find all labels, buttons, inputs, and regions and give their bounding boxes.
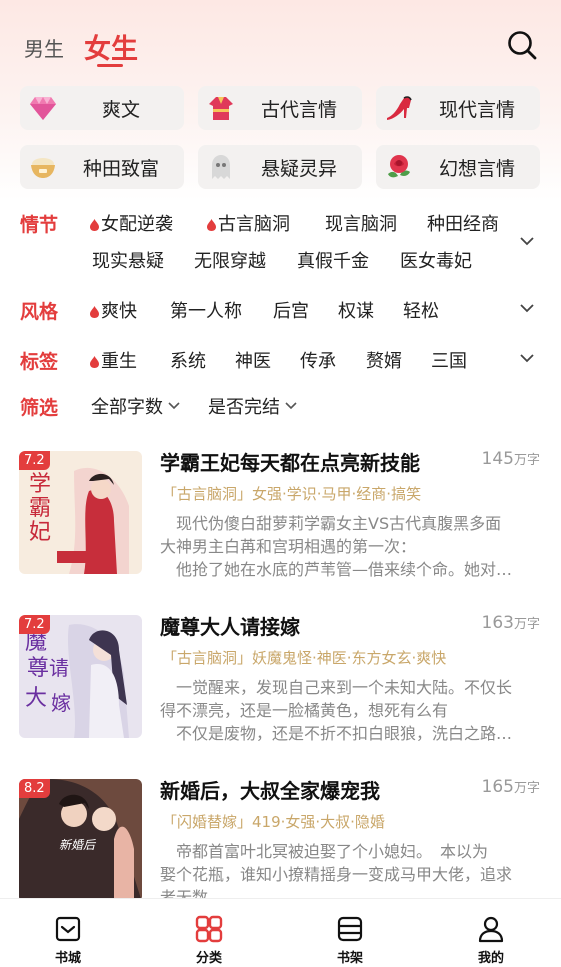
chevron-down-icon[interactable] <box>518 299 536 317</box>
book-cover: 魔 尊 请 大 嫁 7.2 <box>19 615 142 738</box>
chevron-down-icon[interactable] <box>518 232 536 250</box>
nav-category[interactable]: 分类 <box>169 899 249 967</box>
category-label: 古代言情 <box>260 98 337 121</box>
hot-drop-icon <box>90 356 99 368</box>
category-card-xuanyilingyi[interactable]: 悬疑灵异 <box>198 145 362 189</box>
filter-key-style: 风格 <box>20 301 59 323</box>
book-description: 帝都首富叶北冥被迫娶了个小媳妇。 本以为 娶个花瓶，谁知小撩精摇身一变成马甲大佬… <box>160 842 513 898</box>
book-item[interactable]: 新婚后 8.2 新婚后，大叔全家爆宠我 165万字 「闪婚替嫁」419·女强·大… <box>0 779 561 898</box>
book-description: 现代伪傻白甜萝莉学霸女主VS古代真腹黑多面 大神男主白苒和宫玥相遇的第一次： 他… <box>160 514 513 579</box>
svg-text:学: 学 <box>29 472 51 497</box>
book-tags: 「闪婚替嫁」419·女强·大叔·隐婚 <box>162 813 385 831</box>
chip-plot[interactable]: 现实悬疑 <box>92 247 164 273</box>
hot-drop-icon <box>90 219 99 231</box>
chevron-down-icon <box>168 402 180 410</box>
hot-drop-icon <box>90 306 99 318</box>
book-tags: 「古言脑洞」女强·学识·马甲·经商·搞笑 <box>162 485 422 503</box>
score-badge: 7.2 <box>19 451 50 470</box>
category-card-gudaiyanqing[interactable]: 古代言情 <box>198 86 362 130</box>
category-card-zhongtianzhifu[interactable]: 种田致富 <box>20 145 184 189</box>
nav-label: 分类 <box>195 951 222 966</box>
chip-style[interactable]: 爽快 <box>90 297 137 323</box>
nav-bookshelf[interactable]: 书架 <box>310 899 390 967</box>
chip-tag[interactable]: 三国 <box>431 347 467 373</box>
category-card-xiandaiyanqing[interactable]: 现代言情 <box>376 86 540 130</box>
svg-text:霸: 霸 <box>29 496 51 521</box>
category-label: 现代言情 <box>438 98 515 121</box>
word-count: 165万字 <box>481 779 540 797</box>
bookshelf-icon <box>337 916 363 942</box>
category-card-shuangwen[interactable]: 爽文 <box>20 86 184 130</box>
tab-female[interactable]: 女生 <box>84 27 138 66</box>
book-title: 魔尊大人请接嫁 <box>160 615 300 639</box>
chevron-down-icon[interactable] <box>518 349 536 367</box>
category-label: 种田致富 <box>82 157 159 180</box>
chip-plot[interactable]: 女配逆袭 <box>90 210 173 236</box>
category-label: 悬疑灵异 <box>260 157 337 180</box>
hot-drop-icon <box>207 219 216 231</box>
filter-key-plot: 情节 <box>20 214 59 236</box>
category-label: 幻想言情 <box>438 157 515 180</box>
nav-profile[interactable]: 我的 <box>451 899 531 967</box>
svg-text:请: 请 <box>49 656 69 680</box>
book-description: 一觉醒来，发现自己来到一个未知大陆。不仅长 得不漂亮，还是一脸橘黄色，想死有么有… <box>160 678 513 743</box>
book-title: 新婚后，大叔全家爆宠我 <box>160 779 380 803</box>
book-tags: 「古言脑洞」妖魔鬼怪·神医·东方女玄·爽快 <box>162 649 447 667</box>
svg-text:妃: 妃 <box>29 520 51 545</box>
category-card-huanxiangyanqing[interactable]: 幻想言情 <box>376 145 540 189</box>
svg-text:新婚后: 新婚后 <box>59 838 97 852</box>
svg-text:嫁: 嫁 <box>51 691 71 715</box>
filter-key-screen: 筛选 <box>20 397 59 419</box>
chip-tag[interactable]: 重生 <box>90 347 137 373</box>
profile-icon <box>478 916 504 943</box>
word-count: 163万字 <box>481 613 540 633</box>
chip-tag[interactable]: 赘婿 <box>366 347 402 373</box>
bottom-nav: 书城 分类 书架 我的 <box>0 898 561 967</box>
chip-plot[interactable]: 无限穿越 <box>194 247 266 273</box>
book-title: 学霸王妃每天都在点亮新技能 <box>160 451 420 475</box>
chip-tag[interactable]: 系统 <box>170 347 206 373</box>
score-badge: 7.2 <box>19 615 50 634</box>
header: 男生 女生 <box>0 0 561 80</box>
chip-tag[interactable]: 神医 <box>235 347 271 373</box>
nav-label: 我的 <box>477 951 504 966</box>
score-badge: 8.2 <box>19 779 50 798</box>
filter-key-tags: 标签 <box>20 351 59 373</box>
nav-label: 书城 <box>54 951 81 966</box>
active-tab-indicator <box>97 64 123 67</box>
finished-select[interactable]: 是否完结 <box>208 393 298 419</box>
chip-style[interactable]: 第一人称 <box>170 297 242 323</box>
chip-plot[interactable]: 医女毒妃 <box>400 247 472 273</box>
category-label: 爽文 <box>101 98 140 121</box>
nav-bookstore[interactable]: 书城 <box>28 899 108 967</box>
chevron-down-icon <box>285 402 297 410</box>
bookstore-icon <box>55 916 81 942</box>
search-icon <box>508 31 537 60</box>
book-item[interactable]: 学 霸 妃 7.2 学霸王妃每天都在点亮新技能 145万字 「古言脑洞」女强·学… <box>0 449 561 611</box>
chip-style[interactable]: 后宫 <box>273 297 309 323</box>
word-count-select[interactable]: 全部字数 <box>91 393 181 419</box>
search-button[interactable] <box>505 28 539 62</box>
svg-text:大: 大 <box>25 686 47 711</box>
nav-label: 书架 <box>336 951 363 966</box>
svg-text:尊: 尊 <box>27 656 49 681</box>
word-count: 145万字 <box>481 449 540 469</box>
chip-tag[interactable]: 传承 <box>300 347 336 373</box>
chip-style[interactable]: 权谋 <box>338 297 374 323</box>
chip-plot[interactable]: 真假千金 <box>297 247 369 273</box>
category-grid-icon <box>195 915 223 943</box>
tab-male[interactable]: 男生 <box>24 33 64 62</box>
chip-plot[interactable]: 现言脑洞 <box>325 210 397 236</box>
book-cover: 学 霸 妃 7.2 <box>19 451 142 574</box>
chip-plot[interactable]: 古言脑洞 <box>207 210 290 236</box>
book-item[interactable]: 魔 尊 请 大 嫁 7.2 魔尊大人请接嫁 163万字 「古言脑洞」妖魔鬼怪·神… <box>0 613 561 775</box>
book-cover: 新婚后 8.2 <box>19 779 142 898</box>
chip-plot[interactable]: 种田经商 <box>427 210 499 236</box>
chip-style[interactable]: 轻松 <box>403 297 439 323</box>
